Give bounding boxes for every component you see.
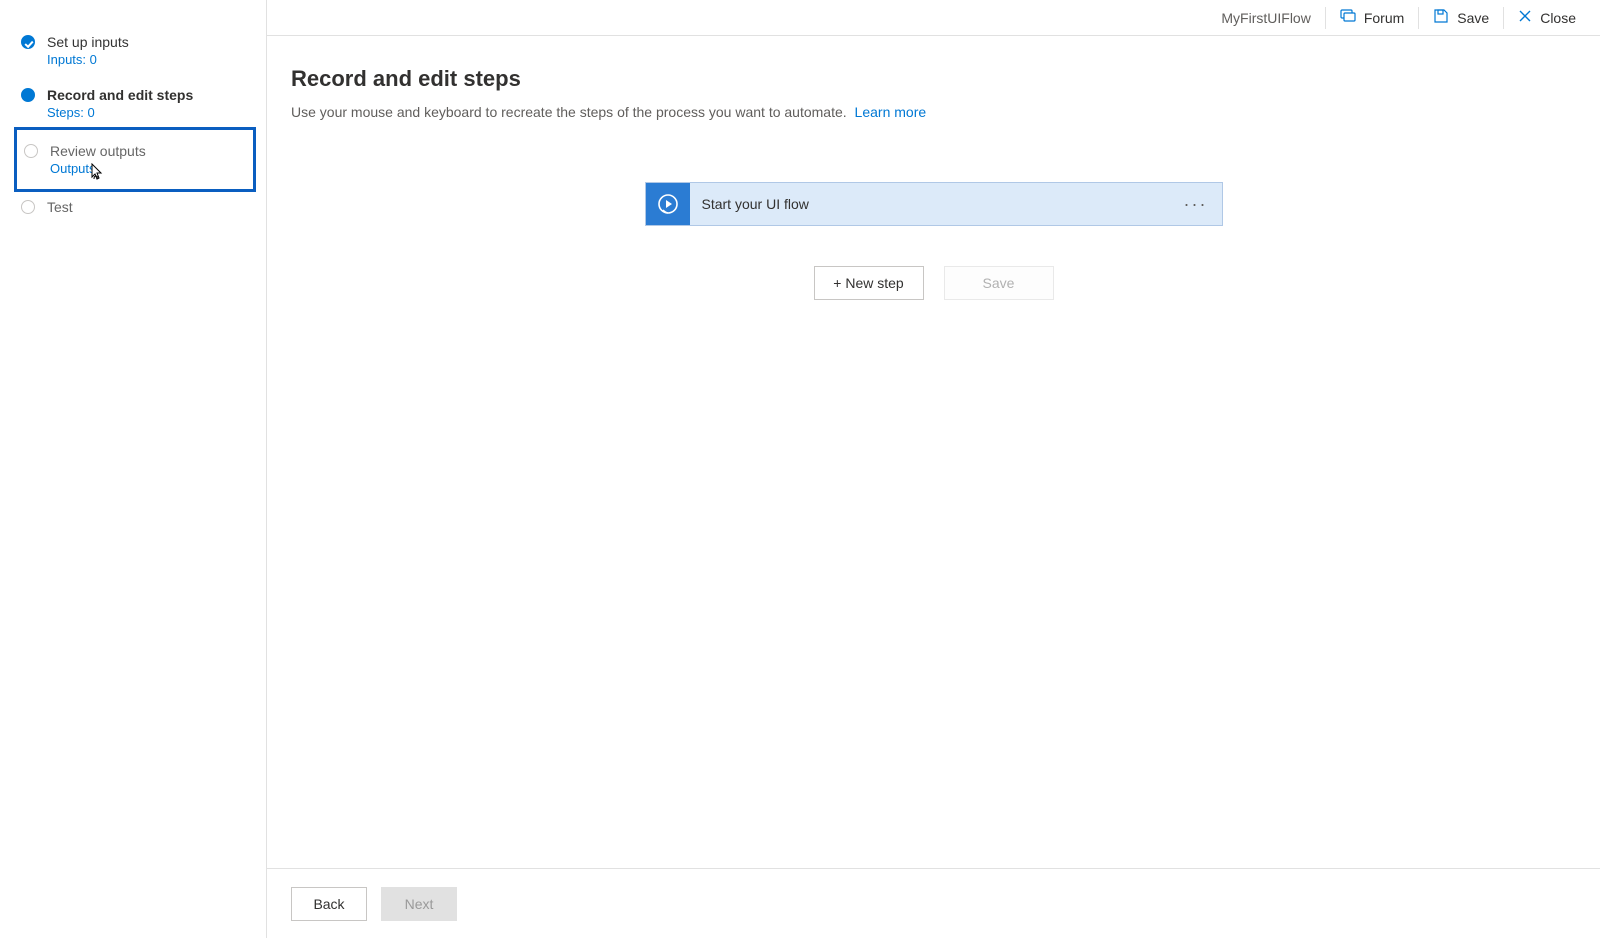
forum-label: Forum	[1364, 10, 1404, 26]
flow-step-card[interactable]: Start your UI flow ···	[645, 182, 1223, 226]
sidebar-step-record-edit[interactable]: Record and edit steps Steps: 0	[0, 77, 266, 130]
save-step-button: Save	[944, 266, 1054, 300]
step-title: Set up inputs	[47, 34, 256, 50]
circle-icon	[24, 144, 38, 158]
sidebar: Set up inputs Inputs: 0 Record and edit …	[0, 0, 267, 938]
play-icon	[646, 183, 690, 225]
ellipsis-icon[interactable]: ···	[1170, 194, 1222, 215]
step-title: Record and edit steps	[47, 87, 256, 103]
step-subtitle: Inputs: 0	[47, 52, 256, 67]
sidebar-step-test[interactable]: Test	[0, 189, 266, 225]
page-description: Use your mouse and keyboard to recreate …	[291, 104, 1576, 120]
learn-more-link[interactable]: Learn more	[855, 104, 927, 120]
circle-icon	[21, 88, 35, 102]
step-subtitle: Outputs	[50, 161, 243, 176]
sidebar-step-review-outputs[interactable]: Review outputs Outputs	[14, 127, 256, 192]
close-button[interactable]: Close	[1504, 0, 1590, 35]
circle-icon	[21, 200, 35, 214]
description-text: Use your mouse and keyboard to recreate …	[291, 104, 847, 120]
sidebar-step-setup-inputs[interactable]: Set up inputs Inputs: 0	[0, 24, 266, 77]
next-button: Next	[381, 887, 457, 921]
save-button[interactable]: Save	[1419, 0, 1503, 35]
forum-icon	[1340, 8, 1356, 27]
step-title: Review outputs	[50, 143, 243, 159]
close-label: Close	[1540, 10, 1576, 26]
main-content: Record and edit steps Use your mouse and…	[267, 36, 1600, 868]
page-title: Record and edit steps	[291, 66, 1576, 92]
top-bar: MyFirstUIFlow Forum Save Close	[267, 0, 1600, 36]
footer: Back Next	[267, 868, 1600, 938]
step-title: Test	[47, 199, 256, 215]
back-button[interactable]: Back	[291, 887, 367, 921]
action-row: + New step Save	[291, 266, 1576, 300]
forum-button[interactable]: Forum	[1326, 0, 1418, 35]
save-icon	[1433, 8, 1449, 27]
check-icon	[21, 35, 35, 49]
new-step-button[interactable]: + New step	[814, 266, 924, 300]
save-label: Save	[1457, 10, 1489, 26]
flow-card-label: Start your UI flow	[690, 196, 1170, 212]
step-subtitle: Steps: 0	[47, 105, 256, 120]
flow-name: MyFirstUIFlow	[1221, 10, 1324, 26]
close-icon	[1518, 9, 1532, 26]
